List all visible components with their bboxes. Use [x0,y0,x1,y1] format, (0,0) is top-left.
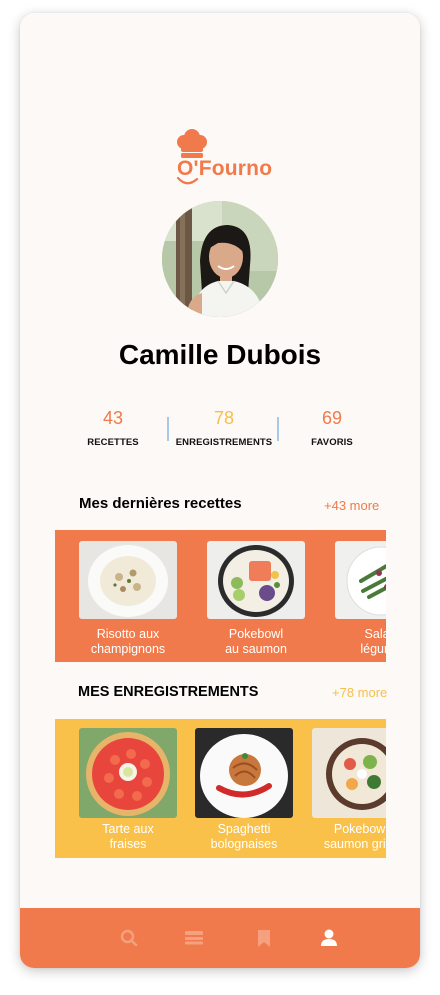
recipe-thumbnail [207,541,305,619]
saved-name: Pokebowl saumon grillé [302,822,386,852]
saved-name-line: bolognaises [210,837,278,851]
section-title-saved: MES ENREGISTREMENTS [78,684,259,700]
recipe-name-line: au saumon [225,642,287,656]
saved-name-line: Tarte aux [102,822,154,836]
logo-smile-icon [176,176,199,185]
stat-label: ENREGISTREMENTS [175,437,273,448]
stat-recettes[interactable]: 43 RECETTES [75,407,151,448]
saved-name: Spaghetti bolognaises [185,822,303,852]
stat-divider [167,417,169,441]
user-icon[interactable] [319,928,339,948]
avatar[interactable] [162,201,278,317]
profile-stats: 43 RECETTES 78 ENREGISTREMENTS 69 FAVORI… [20,407,420,457]
section-title-recent: Mes dernières recettes [79,495,242,512]
recipe-thumbnail [195,728,293,818]
recipe-thumbnail [312,728,386,818]
recipe-name: Salade légumes [325,627,386,657]
app-logo: O'Fourno [175,129,272,193]
recipe-name-line: Salade [364,627,386,641]
recipe-thumbnail [335,541,386,619]
stat-value: 69 [321,408,343,428]
profile-photo [162,201,278,317]
user-name: Camille Dubois [118,339,322,370]
stat-value: 43 [102,408,124,428]
chef-hat-icon [177,129,207,158]
phone-screen: O'Fourno Camille Dubois 43 RECETTES 78 E… [20,13,420,968]
recipe-thumbnail [79,541,177,619]
saved-name-line: fraises [109,837,147,851]
stat-divider [277,417,279,441]
list-icon[interactable] [184,928,204,948]
recipe-name: Risotto aux champignons [69,627,187,657]
stat-enregistrements[interactable]: 78 ENREGISTREMENTS [168,407,280,448]
more-recent-link[interactable]: +43 more [324,498,379,513]
recipe-name-line: Risotto aux [96,627,160,641]
stat-favoris[interactable]: 69 FAVORIS [296,407,368,448]
recipe-name-line: légumes [360,642,386,656]
bookmark-icon[interactable] [254,928,274,948]
saved-name: Tarte aux fraises [69,822,187,852]
stat-value: 78 [213,408,235,428]
more-saved-link[interactable]: +78 more [332,685,387,700]
saved-recipes-strip[interactable]: Tarte aux fraises Spaghetti bolognaises [55,719,386,858]
recipe-name-line: Pokebowl [228,627,284,641]
recipe-name-line: champignons [90,642,166,656]
saved-name-line: saumon grillé [323,837,386,851]
recipe-thumbnail [79,728,177,818]
saved-name-line: Pokebowl [333,822,386,836]
recipe-name: Pokebowl au saumon [197,627,315,657]
stat-label: FAVORIS [311,437,353,448]
stat-label: RECETTES [87,437,139,448]
saved-name-line: Spaghetti [217,822,271,836]
bottom-nav [20,908,420,968]
recent-recipes-strip[interactable]: Risotto aux champignons Pokebowl au saum… [55,530,386,662]
search-icon[interactable] [119,928,139,948]
